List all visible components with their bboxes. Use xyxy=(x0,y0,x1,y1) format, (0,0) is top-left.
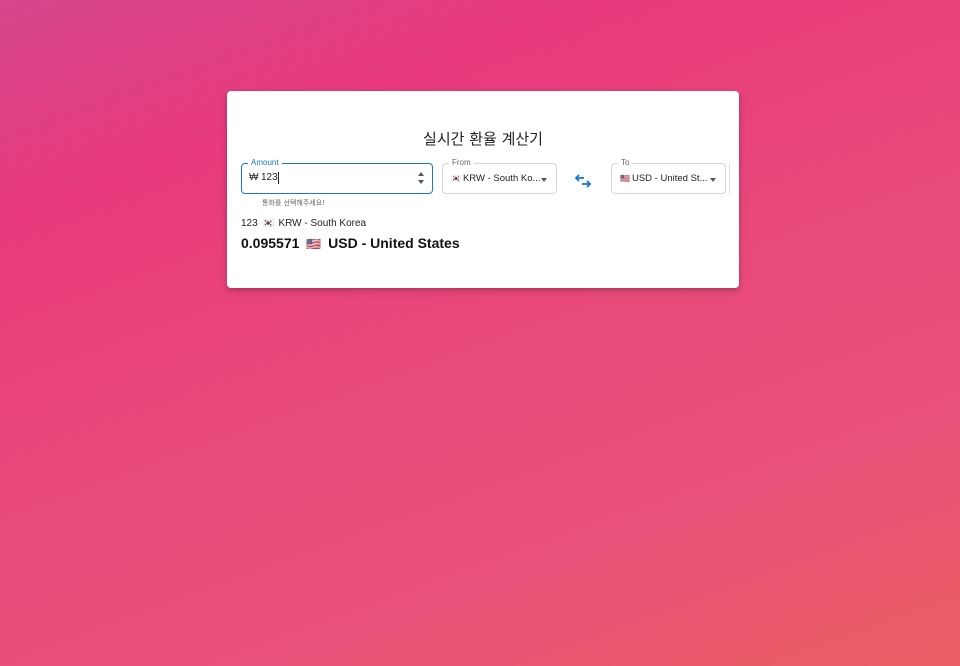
currency-prefix: ₩ xyxy=(249,172,259,183)
stepper-up-icon[interactable] xyxy=(418,172,424,176)
source-summary: 123 🇰🇷 KRW - South Korea xyxy=(241,218,366,229)
to-currency-select[interactable]: To 🇺🇸 USD - United St... xyxy=(611,157,726,194)
result-currency: USD - United States xyxy=(328,235,460,251)
to-selected-value: 🇺🇸 USD - United St... xyxy=(620,173,707,184)
amount-input[interactable]: Amount ₩ 123 xyxy=(241,157,433,194)
page-title: 실시간 환율 계산기 xyxy=(423,130,543,148)
source-currency: KRW - South Korea xyxy=(278,218,367,229)
amount-label: Amount xyxy=(248,157,282,169)
swap-arrows-icon[interactable] xyxy=(573,174,593,188)
kr-flag-icon: 🇰🇷 xyxy=(262,218,274,228)
amount-helper-text: 통화를 선택해주세요! xyxy=(262,199,325,207)
converter-card: 실시간 환율 계산기 Amount ₩ 123 통화를 선택해주세요! From… xyxy=(227,91,739,288)
amount-value: 123 xyxy=(261,172,278,183)
from-selected-value: 🇰🇷 KRW - South Ko... xyxy=(451,173,540,184)
stepper-down-icon[interactable] xyxy=(418,180,424,184)
to-label: To xyxy=(618,157,633,169)
conversion-result: 0.095571 🇺🇸 USD - United States xyxy=(241,235,460,251)
overflow-divider xyxy=(727,163,730,194)
from-currency-select[interactable]: From 🇰🇷 KRW - South Ko... xyxy=(442,157,557,194)
us-flag-icon: 🇺🇸 xyxy=(620,174,630,183)
text-caret xyxy=(278,172,279,184)
chevron-down-icon xyxy=(710,178,716,182)
us-flag-icon: 🇺🇸 xyxy=(306,237,322,251)
kr-flag-icon: 🇰🇷 xyxy=(451,174,461,183)
from-label: From xyxy=(449,157,474,169)
chevron-down-icon xyxy=(541,178,547,182)
from-currency-text: KRW - South Ko... xyxy=(462,173,541,184)
source-amount: 123 xyxy=(241,218,258,229)
result-amount: 0.095571 xyxy=(241,235,300,251)
to-currency-text: USD - United St... xyxy=(631,173,708,184)
number-stepper[interactable] xyxy=(417,171,425,185)
